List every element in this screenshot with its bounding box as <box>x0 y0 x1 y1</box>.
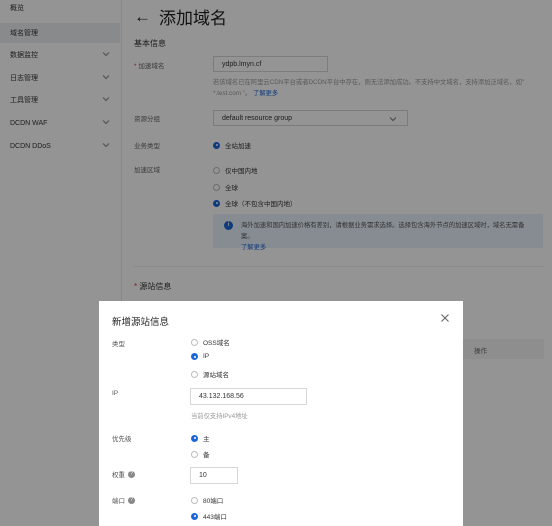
ip-label: IP <box>112 390 119 397</box>
radio-unchecked <box>191 338 198 346</box>
close-icon[interactable] <box>440 313 450 323</box>
ip-help: 当前仅支持IPv4地址 <box>191 413 248 420</box>
port-option-443[interactable]: 443端口 <box>191 511 227 521</box>
priority-option-label: 备 <box>203 452 210 459</box>
priority-option-backup[interactable]: 备 <box>191 449 210 459</box>
help-icon[interactable]: ? <box>128 496 135 504</box>
radio-checked <box>191 512 198 520</box>
port-option-label: 80端口 <box>203 498 224 505</box>
radio-unchecked <box>191 370 198 378</box>
priority-option-primary[interactable]: 主 <box>191 433 210 443</box>
priority-option-label: 主 <box>203 436 210 443</box>
add-origin-modal: 新增源站信息 类型 OSS域名 IP 源站域名 IP 43.132.168.56… <box>99 301 463 526</box>
type-option-origin-domain[interactable]: 源站域名 <box>191 369 229 379</box>
type-option-label: 源站域名 <box>203 372 229 379</box>
weight-label: 权重? <box>112 469 135 479</box>
weight-input[interactable]: 10 <box>190 467 238 484</box>
type-option-label: OSS域名 <box>203 340 230 347</box>
type-label: 类型 <box>112 341 125 348</box>
weight-label-text: 权重 <box>112 472 125 479</box>
type-option-ip[interactable]: IP <box>191 353 209 360</box>
type-option-label: IP <box>203 353 210 360</box>
port-label: 端口? <box>112 495 135 505</box>
priority-label: 优先级 <box>112 436 132 443</box>
radio-checked <box>191 434 198 442</box>
type-option-oss[interactable]: OSS域名 <box>191 337 230 347</box>
port-option-80[interactable]: 80端口 <box>191 495 223 505</box>
radio-unchecked <box>191 450 198 458</box>
port-option-label: 443端口 <box>203 514 227 521</box>
ip-input[interactable]: 43.132.168.56 <box>190 388 307 405</box>
radio-checked <box>191 353 198 360</box>
modal-title: 新增源站信息 <box>112 317 170 328</box>
radio-unchecked <box>191 496 198 504</box>
port-label-text: 端口 <box>112 498 125 505</box>
help-icon[interactable]: ? <box>128 470 135 478</box>
